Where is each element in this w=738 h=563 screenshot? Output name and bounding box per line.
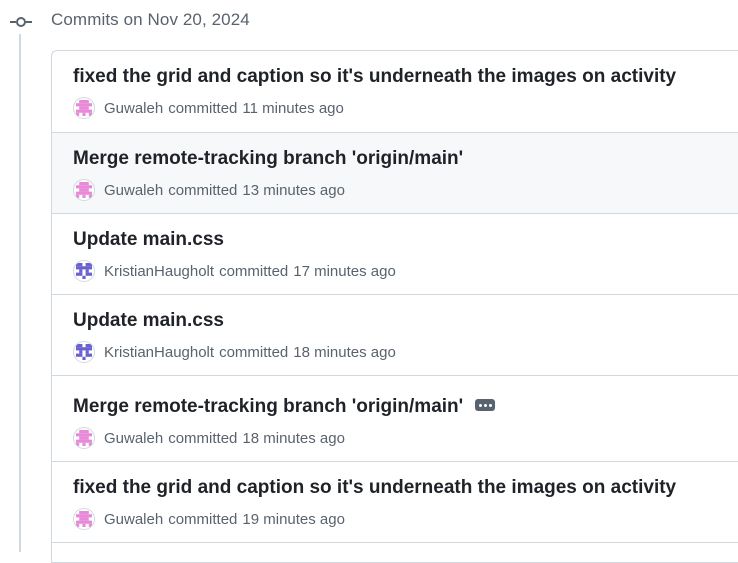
commit-action-text: committed (219, 262, 289, 280)
timeline-line (19, 34, 21, 552)
guwaleh-avatar-icon[interactable] (73, 508, 95, 530)
git-commit-icon (10, 17, 32, 27)
commit-row: Merge remote-tracking branch 'origin/mai… (52, 132, 738, 213)
guwaleh-avatar-icon[interactable] (73, 179, 95, 201)
commit-title-link[interactable]: fixed the grid and caption so it's under… (73, 66, 676, 88)
commit-title-link[interactable]: Update main.css (73, 229, 224, 251)
commit-time[interactable]: 18 minutes ago (293, 344, 396, 361)
commit-title-link[interactable]: Update main.css (73, 310, 224, 332)
commit-author-link[interactable]: Guwaleh (104, 511, 163, 528)
commit-row: Update main.css KristianHaugholt committ… (52, 213, 738, 294)
commit-row: fixed the grid and caption so it's under… (52, 461, 738, 542)
commit-action-text: committed (168, 181, 238, 199)
kristian-avatar-icon[interactable] (73, 341, 95, 363)
commit-row: Merge remote-tracking branch 'origin/mai… (52, 375, 738, 461)
commit-action-text: committed (168, 510, 238, 528)
commit-row: Update main.css KristianHaugholt committ… (52, 294, 738, 375)
commit-list: fixed the grid and caption so it's under… (51, 50, 738, 563)
commit-row: fixed the grid and caption so it's under… (52, 51, 738, 132)
commit-time[interactable]: 19 minutes ago (242, 511, 345, 528)
commit-time[interactable]: 17 minutes ago (293, 263, 396, 280)
commit-action-text: committed (168, 429, 238, 447)
guwaleh-avatar-icon[interactable] (73, 97, 95, 119)
commit-title-link[interactable]: fixed the grid and caption so it's under… (73, 477, 676, 499)
commit-group-date: Commits on Nov 20, 2024 (51, 10, 250, 29)
commit-action-text: committed (219, 343, 289, 361)
commit-author-link[interactable]: Guwaleh (104, 100, 163, 117)
commit-author-link[interactable]: Guwaleh (104, 182, 163, 199)
commit-time[interactable]: 13 minutes ago (242, 182, 345, 199)
commit-title-link[interactable]: Merge remote-tracking branch 'origin/mai… (73, 148, 463, 170)
commit-author-link[interactable]: KristianHaugholt (104, 263, 214, 280)
expand-commit-message-button[interactable] (475, 399, 496, 411)
commit-author-link[interactable]: KristianHaugholt (104, 344, 214, 361)
commit-time[interactable]: 11 minutes ago (242, 100, 343, 117)
kristian-avatar-icon[interactable] (73, 260, 95, 282)
commit-action-text: committed (168, 99, 238, 117)
commit-row (52, 542, 738, 562)
commit-title-link[interactable]: Merge remote-tracking branch 'origin/mai… (73, 396, 463, 418)
commit-author-link[interactable]: Guwaleh (104, 430, 163, 447)
commit-time[interactable]: 18 minutes ago (242, 430, 345, 447)
guwaleh-avatar-icon[interactable] (73, 427, 95, 449)
